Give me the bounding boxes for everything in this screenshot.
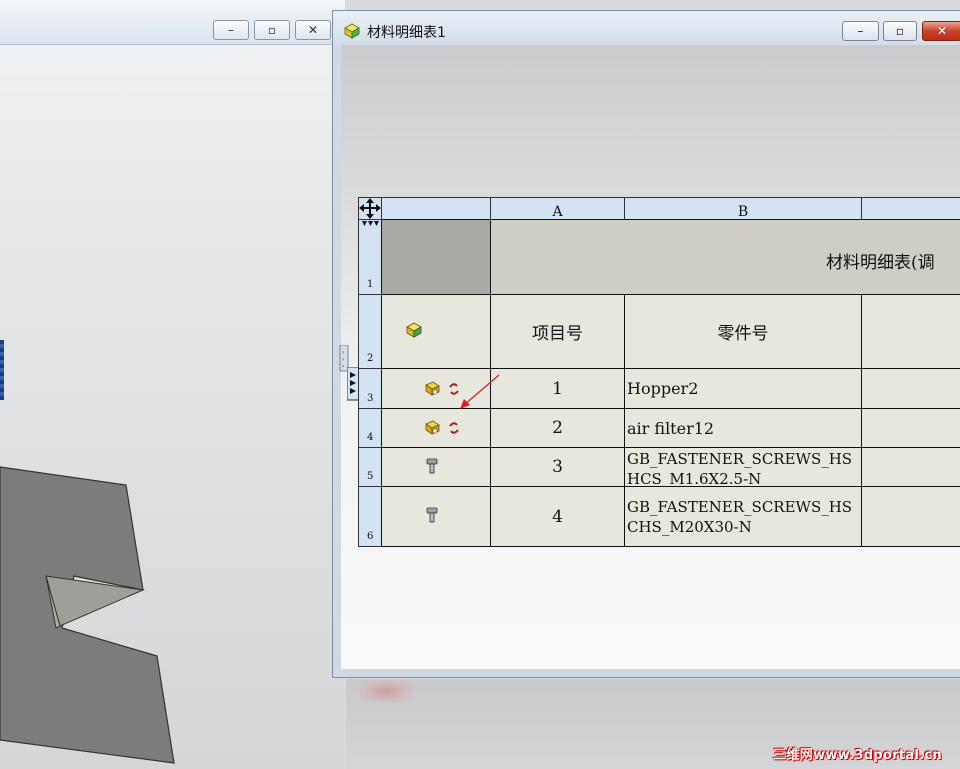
assembly-icon [406, 322, 422, 338]
row-number[interactable]: 4 [358, 408, 382, 448]
part-number-cell[interactable]: GB_FASTENER_SCREWS_HSCHS_M20X30-N [624, 486, 862, 547]
title-row-cell[interactable]: 材料明细表(调 [490, 219, 960, 295]
svg-text:›: › [342, 356, 344, 363]
table-row-icon-cell[interactable] [381, 447, 491, 487]
title-row-icon-cell[interactable] [381, 219, 491, 295]
screw-icon [426, 507, 438, 523]
svg-text:›: › [342, 349, 344, 356]
column-header-icon[interactable] [381, 197, 491, 220]
table-row-icon-cell[interactable] [381, 486, 491, 547]
row-number[interactable]: 3 [358, 368, 382, 409]
link-icon [449, 422, 459, 434]
column-header-b[interactable]: B [624, 197, 862, 220]
bom-window-title: 材料明细表1 [367, 25, 446, 41]
svg-text:›: › [342, 363, 344, 370]
item-number-cell[interactable]: 4 [490, 486, 625, 547]
item-number-cell[interactable]: 2 [490, 408, 625, 448]
table-row-icon-cell[interactable] [381, 408, 491, 448]
row-number[interactable]: 2 [358, 294, 382, 369]
extra-cell[interactable] [861, 486, 960, 547]
header-part-no[interactable]: 零件号 [624, 294, 862, 369]
header-extra-cell[interactable] [861, 294, 960, 369]
part-number-cell[interactable]: Hopper2 [624, 368, 862, 409]
sheet-metal-part [0, 466, 175, 764]
assembly-link-icon [425, 420, 440, 435]
table-move-handle[interactable] [358, 197, 382, 220]
bom-restore-button[interactable]: ▫ [883, 21, 917, 41]
part-number-cell[interactable]: GB_FASTENER_SCREWS_HSHCS_M1.6X2.5-N [624, 447, 862, 487]
row-number[interactable]: 1 [358, 219, 382, 295]
extra-cell[interactable] [861, 408, 960, 448]
bom-close-button[interactable]: ✕ [922, 21, 960, 41]
column-header-a[interactable]: A [490, 197, 625, 220]
extra-cell[interactable] [861, 368, 960, 409]
background-model-detail [360, 680, 412, 702]
annotation-arrow [460, 374, 500, 409]
screw-icon [426, 458, 438, 474]
bom-titlebar[interactable]: 材料明细表1 – ▫ ✕ [333, 11, 960, 45]
bom-title-text: 材料明细表(调 [826, 253, 935, 273]
row-number[interactable]: 5 [358, 447, 382, 487]
move-icon [359, 198, 381, 219]
graphics-viewport[interactable]: – ▫ ✕ [0, 0, 345, 769]
watermark: 三维网www.3dportal.cn [773, 748, 942, 763]
header-item-no[interactable]: 项目号 [490, 294, 625, 369]
bom-minimize-button[interactable]: – [842, 21, 879, 41]
row-number[interactable]: 6 [358, 486, 382, 547]
collapse-arrows-icon [362, 221, 379, 226]
assembly-link-icon [425, 381, 440, 396]
header-icon-cell[interactable] [381, 294, 491, 369]
bom-window-icon [344, 23, 360, 39]
item-number-cell[interactable]: 1 [490, 368, 625, 409]
part-number-cell[interactable]: air filter12 [624, 408, 862, 448]
extra-cell[interactable] [861, 447, 960, 487]
item-number-cell[interactable]: 3 [490, 447, 625, 487]
column-header-c[interactable] [861, 197, 960, 220]
